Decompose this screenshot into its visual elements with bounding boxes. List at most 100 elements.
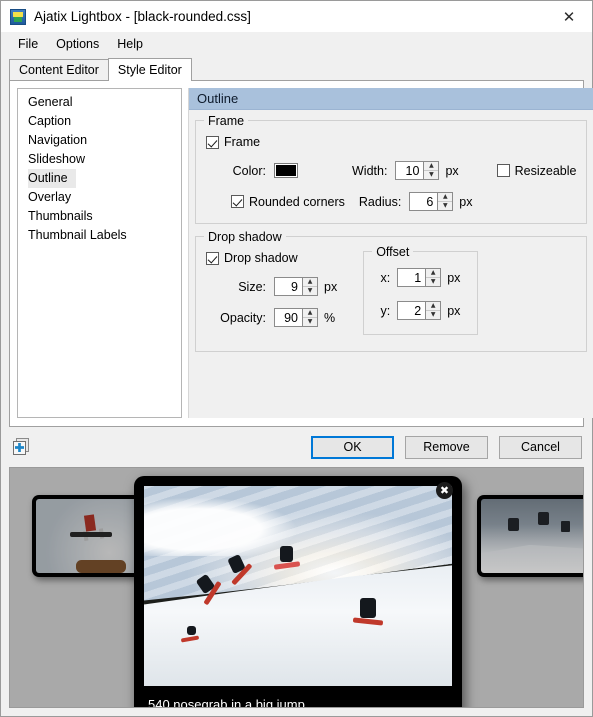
lightbox-close-icon[interactable]: ✖ (436, 482, 453, 499)
width-value[interactable]: 10 (396, 162, 424, 179)
title-bar: Ajatix Lightbox - [black-rounded.css] ✕ (1, 1, 592, 32)
offset-y-label: y: (380, 303, 391, 318)
spin-down-icon[interactable]: ▼ (303, 318, 317, 327)
menu-item-file[interactable]: File (9, 35, 47, 53)
lightbox-dialog: 540 nosegrab in a big jump ✖ (134, 476, 462, 708)
offset-x-unit: px (447, 270, 461, 285)
spin-down-icon[interactable]: ▼ (303, 287, 317, 296)
tab-style-editor[interactable]: Style Editor (107, 58, 192, 81)
sidebar-item-outline[interactable]: Outline (28, 169, 76, 188)
style-editor-panel: General Caption Navigation Slideshow Out… (9, 80, 593, 427)
frame-checkbox[interactable]: Frame (206, 135, 260, 149)
menu-bar: File Options Help (1, 32, 592, 55)
panel-title: Outline (189, 88, 593, 110)
spin-up-icon[interactable]: ▲ (426, 269, 441, 278)
offset-groupbox: Offset x: 1 ▲ ▼ px y: 2 ▲ ▼ px (363, 245, 479, 335)
opacity-unit: % (324, 310, 336, 325)
spin-down-icon[interactable]: ▼ (438, 202, 452, 211)
offset-group-label: Offset (372, 245, 414, 259)
width-label: Width: (352, 163, 388, 178)
drop-shadow-checkbox[interactable]: Drop shadow (206, 251, 298, 265)
spin-up-icon[interactable]: ▲ (426, 302, 441, 311)
duplicate-style-icon[interactable] (13, 438, 31, 456)
offset-x-stepper[interactable]: ▲ ▼ (425, 269, 441, 287)
sidebar-item-thumbnails[interactable]: Thumbnails (18, 207, 181, 226)
radius-label: Radius: (358, 194, 402, 209)
tab-content-editor[interactable]: Content Editor (9, 59, 109, 80)
sidebar-item-thumbnail-labels[interactable]: Thumbnail Labels (18, 226, 181, 245)
drop-shadow-groupbox: Drop shadow Drop shadow Size: 9 ▲ ▼ px O… (195, 230, 588, 352)
ok-button[interactable]: OK (311, 435, 394, 459)
radius-stepper[interactable]: ▲ ▼ (437, 193, 453, 211)
thumbnail-right-image (481, 499, 583, 573)
checkbox-box (231, 195, 244, 208)
checkbox-box (206, 135, 219, 149)
tab-strip: Content Editor Style Editor (9, 58, 592, 81)
offset-x-label: x: (380, 270, 391, 285)
width-unit: px (445, 163, 459, 178)
spin-down-icon[interactable]: ▼ (426, 278, 440, 287)
sidebar-item-general[interactable]: General (18, 93, 181, 112)
app-window: Ajatix Lightbox - [black-rounded.css] ✕ … (0, 0, 593, 717)
style-category-list[interactable]: General Caption Navigation Slideshow Out… (17, 88, 182, 418)
size-label: Size: (238, 279, 266, 294)
sidebar-item-slideshow[interactable]: Slideshow (18, 150, 181, 169)
spin-up-icon[interactable]: ▲ (424, 162, 439, 171)
color-label: Color: (232, 163, 266, 178)
frame-color-swatch[interactable] (274, 163, 298, 178)
lightbox-image (144, 486, 452, 686)
spin-down-icon[interactable]: ▼ (426, 311, 440, 320)
checkbox-box (496, 164, 510, 177)
lightbox-preview-area[interactable]: 540 nosegrab in a big jump ✖ (9, 467, 584, 708)
offset-y-spinner[interactable]: 2 ▲ ▼ (397, 301, 442, 320)
opacity-label: Opacity: (220, 310, 266, 325)
rounded-corners-checkbox[interactable]: Rounded corners (231, 195, 345, 209)
dialog-button-bar: OK Remove Cancel (1, 427, 592, 467)
sidebar-item-overlay[interactable]: Overlay (18, 188, 181, 207)
sidebar-item-caption[interactable]: Caption (18, 112, 181, 131)
menu-item-help[interactable]: Help (108, 35, 152, 53)
thumbnail-right[interactable] (477, 495, 583, 577)
checkbox-box (206, 251, 219, 265)
drop-shadow-checkbox-label: Drop shadow (224, 251, 298, 265)
radius-spinner[interactable]: 6 ▲ ▼ (409, 192, 454, 211)
menu-item-options[interactable]: Options (47, 35, 108, 53)
radius-value[interactable]: 6 (410, 193, 438, 210)
outline-settings-panel: Outline Frame Frame Color: Width: 10 ▲ ▼… (188, 88, 593, 418)
snowboarder-5 (187, 626, 197, 635)
width-spinner[interactable]: 10 ▲ ▼ (395, 161, 440, 180)
spin-down-icon[interactable]: ▼ (424, 171, 438, 180)
offset-x-value[interactable]: 1 (398, 269, 426, 286)
offset-y-stepper[interactable]: ▲ ▼ (425, 302, 441, 320)
shadow-size-stepper[interactable]: ▲ ▼ (302, 278, 317, 295)
shadow-size-value[interactable]: 9 (275, 278, 302, 295)
remove-button[interactable]: Remove (405, 435, 488, 459)
window-title: Ajatix Lightbox - [black-rounded.css] (34, 9, 251, 24)
shadow-opacity-spinner[interactable]: 90 ▲ ▼ (274, 308, 318, 327)
rounded-corners-label: Rounded corners (249, 194, 345, 209)
frame-groupbox: Frame Frame Color: Width: 10 ▲ ▼ px Resi… (195, 114, 588, 224)
sidebar-item-navigation[interactable]: Navigation (18, 131, 181, 150)
spin-up-icon[interactable]: ▲ (303, 278, 317, 287)
cancel-button[interactable]: Cancel (499, 435, 582, 459)
offset-x-spinner[interactable]: 1 ▲ ▼ (397, 268, 442, 287)
resizeable-checkbox-label: Resizeable (514, 163, 577, 178)
thumbnail-right-scene (481, 499, 583, 573)
shadow-size-spinner[interactable]: 9 ▲ ▼ (274, 277, 318, 296)
resizeable-checkbox[interactable]: Resizeable (496, 163, 577, 178)
spin-up-icon[interactable]: ▲ (438, 193, 453, 202)
shadow-opacity-value[interactable]: 90 (275, 309, 302, 326)
shadow-opacity-stepper[interactable]: ▲ ▼ (302, 309, 317, 326)
spin-up-icon[interactable]: ▲ (303, 309, 317, 318)
size-unit: px (324, 279, 338, 294)
lightbox-caption: 540 nosegrab in a big jump (148, 696, 305, 708)
radius-unit: px (459, 194, 473, 209)
drop-shadow-group-label: Drop shadow (204, 230, 286, 244)
close-icon[interactable]: ✕ (546, 1, 592, 32)
offset-y-unit: px (447, 303, 461, 318)
button-group: OK Remove Cancel (311, 435, 582, 459)
snowboarder-4 (359, 598, 376, 618)
frame-group-label: Frame (204, 114, 249, 128)
width-stepper[interactable]: ▲ ▼ (423, 162, 439, 180)
offset-y-value[interactable]: 2 (398, 302, 426, 319)
